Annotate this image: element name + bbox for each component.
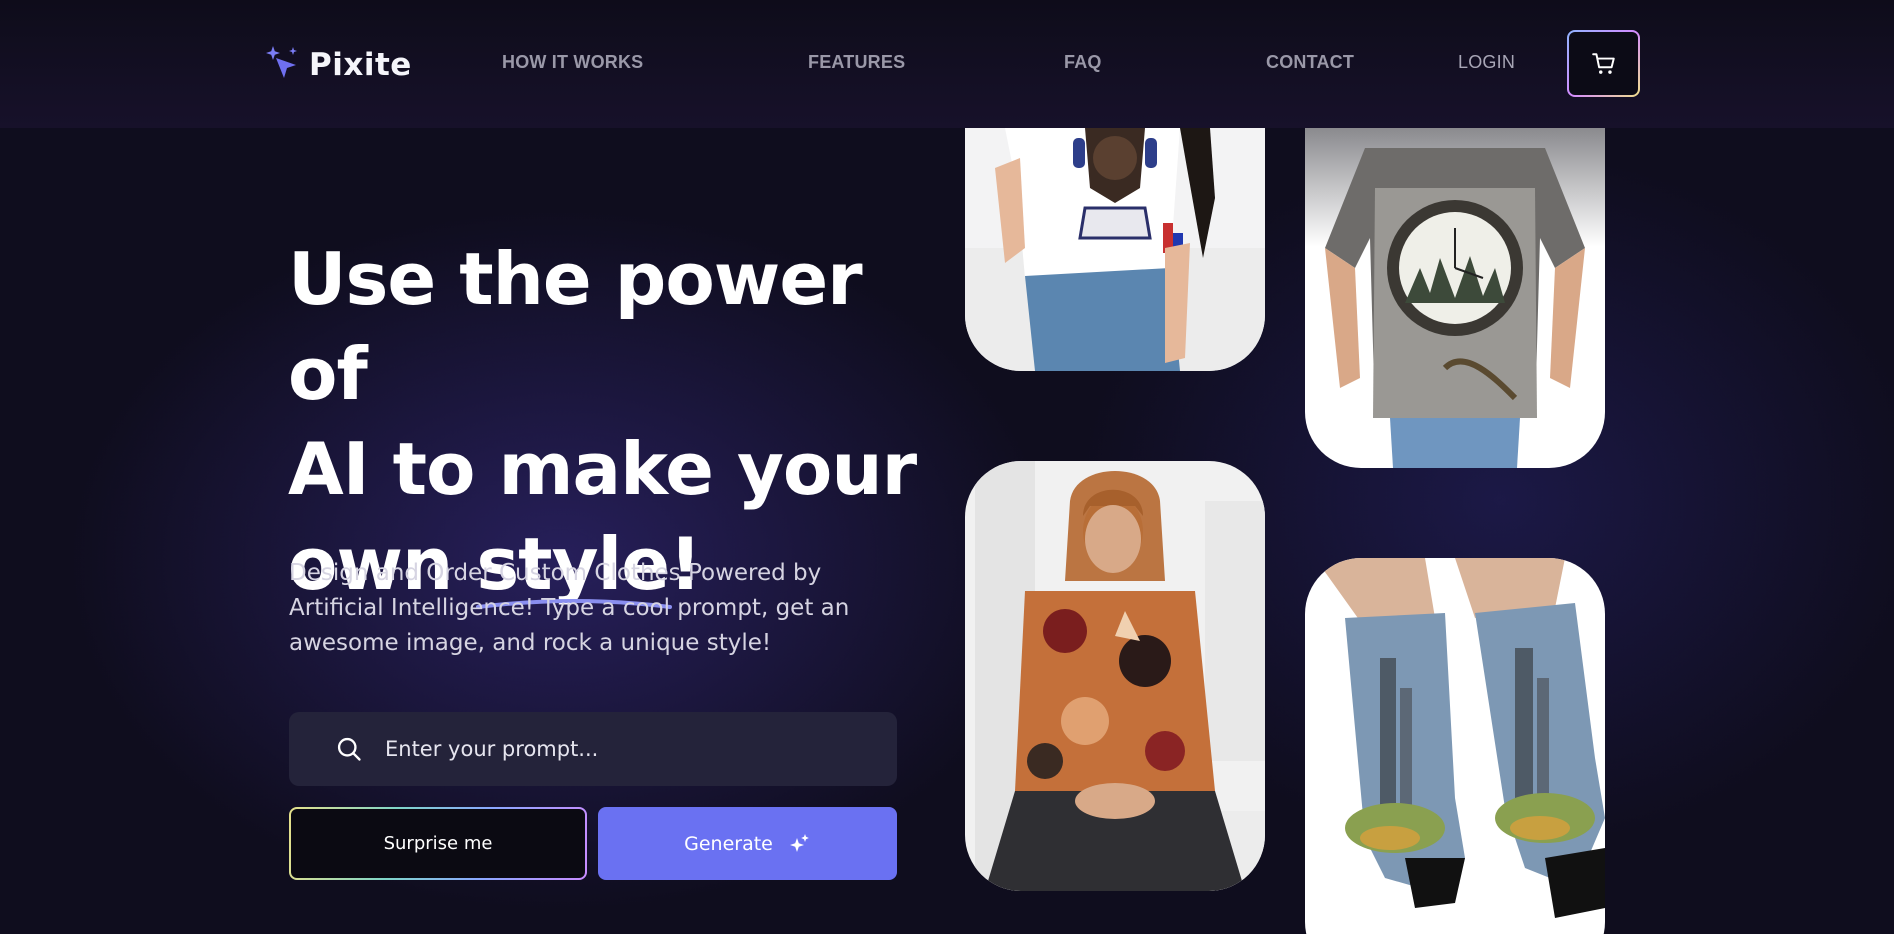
surprise-me-label: Surprise me (291, 809, 585, 878)
cart-button[interactable] (1567, 30, 1640, 97)
product-card-lion-tshirt[interactable] (965, 128, 1265, 371)
nav-how-it-works[interactable]: HOW IT WORKS (502, 52, 643, 73)
nav-features[interactable]: FEATURES (808, 52, 905, 73)
product-photo (965, 461, 1265, 891)
shopping-cart-icon (1591, 52, 1615, 74)
hero-title-line-2: AI to make your (288, 427, 917, 511)
logo-text: Pixite (309, 47, 412, 83)
search-icon (337, 737, 361, 761)
nav-contact[interactable]: CONTACT (1266, 52, 1354, 73)
generate-button[interactable]: Generate (598, 807, 897, 880)
hero-title: Use the power of AI to make your own sty… (288, 232, 928, 612)
cart-button-inner (1569, 32, 1638, 95)
prompt-search-box[interactable] (289, 712, 897, 786)
prompt-input[interactable] (385, 737, 865, 761)
product-photo (1305, 558, 1605, 934)
product-photo (965, 128, 1265, 371)
nav-faq[interactable]: FAQ (1064, 52, 1102, 73)
sparkle-logo-icon (266, 46, 297, 78)
sparkle-icon (789, 833, 809, 852)
logo[interactable]: Pixite (263, 44, 412, 86)
nav-login[interactable]: LOGIN (1458, 52, 1515, 73)
product-card-watch-tshirt[interactable] (1305, 128, 1605, 468)
product-card-city-socks[interactable] (1305, 558, 1605, 934)
surprise-me-button[interactable]: Surprise me (289, 807, 587, 880)
hero-subtitle: Design and Order Custom Clothes Powered … (289, 560, 850, 656)
product-photo (1305, 128, 1605, 468)
top-navigation-bar: Pixite HOW IT WORKS FEATURES FAQ CONTACT… (0, 0, 1894, 128)
generate-label: Generate (684, 832, 773, 855)
hero-title-line-1: Use the power of (288, 237, 863, 416)
product-card-floral-hoodie[interactable] (965, 461, 1265, 891)
